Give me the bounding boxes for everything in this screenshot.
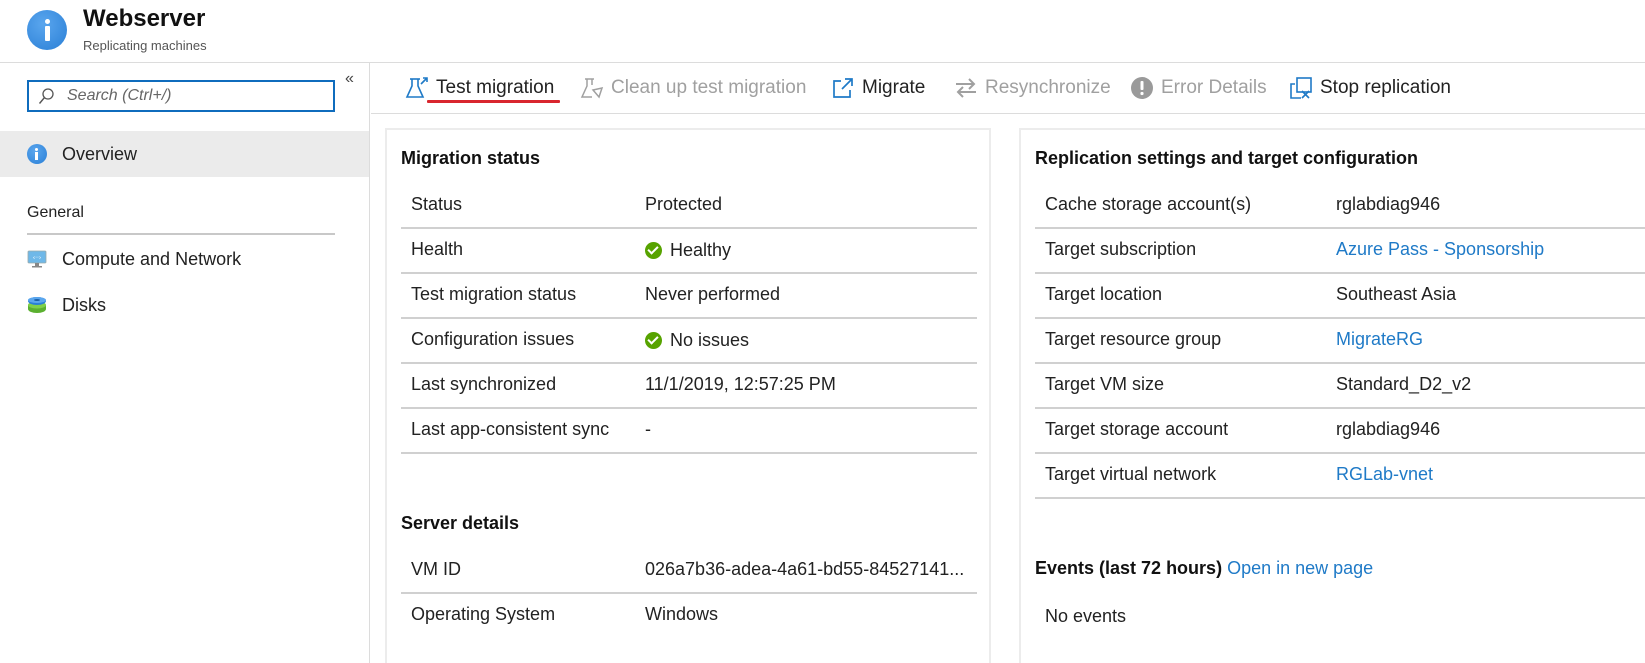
row-value: Protected (645, 194, 723, 214)
table-row: Target subscription Azure Pass - Sponsor… (1035, 229, 1645, 274)
row-key: Last synchronized (411, 374, 557, 394)
page-title: Webserver (83, 5, 206, 32)
row-key: Target subscription (1045, 239, 1197, 259)
target-subscription-link[interactable]: Azure Pass - Sponsorship (1336, 239, 1544, 260)
events-heading: Events (last 72 hours) Open in new page (1035, 558, 1373, 579)
table-row: Last app-consistent sync - (401, 409, 977, 454)
sidebar-item-label: Overview (62, 143, 138, 164)
sidebar-item-label: Compute and Network (62, 248, 242, 269)
row-value: No issues (645, 330, 749, 351)
toolbar-button-label: Resynchronize (985, 77, 1111, 98)
stop-replication-button[interactable]: Stop replication (1289, 63, 1451, 113)
row-value: - (645, 419, 651, 439)
flask-cleanup-icon (580, 78, 604, 99)
error-exclamation-icon (1131, 77, 1153, 99)
clean-up-test-migration-button[interactable]: Clean up test migration (580, 63, 806, 113)
sidebar: « Overview General ‹··› Compute and Netw… (0, 63, 370, 663)
toolbar-button-label: Clean up test migration (611, 77, 807, 98)
table-row: Test migration status Never performed (401, 274, 977, 319)
open-in-new-page-link[interactable]: Open in new page (1227, 558, 1373, 578)
table-row: Target resource group MigrateRG (1035, 319, 1645, 364)
row-key: VM ID (411, 559, 462, 579)
collapse-sidebar-button[interactable]: « (345, 70, 354, 88)
row-value: Southeast Asia (1336, 284, 1457, 304)
row-key: Status (411, 194, 463, 214)
toolbar-button-label: Test migration (436, 77, 555, 98)
toolbar-button-label: Error Details (1161, 77, 1267, 98)
sync-arrows-icon (956, 78, 976, 98)
info-icon (27, 144, 47, 164)
row-value: Windows (645, 604, 719, 624)
replication-settings-heading: Replication settings and target configur… (1035, 148, 1419, 168)
replication-settings-panel: Replication settings and target configur… (1019, 128, 1645, 663)
table-row: Last synchronized 11/1/2019, 12:57:25 PM (401, 364, 977, 409)
svg-text:‹··›: ‹··› (33, 255, 42, 262)
monitor-network-icon: ‹··› (27, 250, 47, 268)
command-toolbar: Test migration Clean up test migration M… (371, 63, 1645, 114)
migration-status-heading: Migration status (401, 148, 541, 168)
row-value: Standard_D2_v2 (1336, 374, 1472, 394)
row-key: Configuration issues (411, 329, 575, 349)
toolbar-button-label: Stop replication (1320, 77, 1451, 98)
check-circle-icon (645, 242, 662, 259)
error-details-button[interactable]: Error Details (1130, 63, 1267, 113)
search-icon (38, 88, 54, 104)
section-heading-general: General (27, 204, 84, 221)
row-value: 026a7b36-adea-4a61-bd55-84527141... (645, 559, 965, 579)
server-details-heading: Server details (401, 513, 520, 533)
search-box[interactable] (27, 80, 335, 112)
row-value: rglabdiag946 (1336, 419, 1441, 439)
row-value: Healthy (645, 240, 731, 261)
disks-icon (28, 297, 46, 313)
row-key: Cache storage account(s) (1045, 194, 1252, 214)
row-key: Target resource group (1045, 329, 1222, 349)
check-circle-icon (645, 332, 662, 349)
table-row: Target location Southeast Asia (1035, 274, 1645, 319)
table-row: Health Healthy (401, 229, 977, 274)
sidebar-item-overview[interactable]: Overview (0, 131, 369, 177)
table-row: Target virtual network RGLab-vnet (1035, 454, 1645, 499)
row-key: Target VM size (1045, 374, 1165, 394)
row-key: Target virtual network (1045, 464, 1217, 484)
table-row: Status Protected (401, 184, 977, 229)
external-link-icon (833, 78, 853, 98)
flask-arrow-icon (405, 77, 428, 98)
target-resource-group-link[interactable]: MigrateRG (1336, 329, 1423, 350)
sidebar-item-compute-and-network[interactable]: ‹··› Compute and Network (0, 236, 369, 282)
row-value: 11/1/2019, 12:57:25 PM (645, 374, 836, 394)
table-row: Configuration issues No issues (401, 319, 977, 364)
resynchronize-button[interactable]: Resynchronize (954, 63, 1111, 113)
table-row: Target VM size Standard_D2_v2 (1035, 364, 1645, 409)
table-row: VM ID 026a7b36-adea-4a61-bd55-84527141..… (401, 549, 977, 594)
migrate-button[interactable]: Migrate (831, 63, 925, 113)
table-row: Target storage account rglabdiag946 (1035, 409, 1645, 454)
test-migration-button[interactable]: Test migration (405, 63, 554, 113)
section-divider (27, 233, 335, 235)
search-input[interactable] (67, 86, 327, 106)
no-events-text: No events (1045, 606, 1127, 626)
row-key: Target storage account (1045, 419, 1229, 439)
stop-replication-icon (1290, 77, 1312, 99)
info-icon (27, 10, 67, 50)
row-key: Operating System (411, 604, 556, 624)
table-row: Operating System Windows (401, 594, 977, 639)
test-migration-highlight-underline (427, 100, 560, 103)
events-title: Events (last 72 hours) (1035, 558, 1223, 578)
sidebar-item-label: Disks (62, 294, 106, 315)
table-row: Cache storage account(s) rglabdiag946 (1035, 184, 1645, 229)
row-key: Health (411, 239, 464, 259)
row-value: rglabdiag946 (1336, 194, 1441, 214)
row-key: Test migration status (411, 284, 577, 304)
row-key: Last app-consistent sync (411, 419, 610, 439)
toolbar-button-label: Migrate (862, 77, 926, 98)
sidebar-item-disks[interactable]: Disks (0, 282, 369, 328)
page-subtitle: Replicating machines (83, 38, 207, 53)
target-virtual-network-link[interactable]: RGLab-vnet (1336, 464, 1433, 485)
row-key: Target location (1045, 284, 1163, 304)
row-value: Never performed (645, 284, 781, 304)
migration-status-panel: Migration status Status Protected Health… (385, 128, 991, 663)
page-header: Webserver Replicating machines (0, 0, 1645, 63)
